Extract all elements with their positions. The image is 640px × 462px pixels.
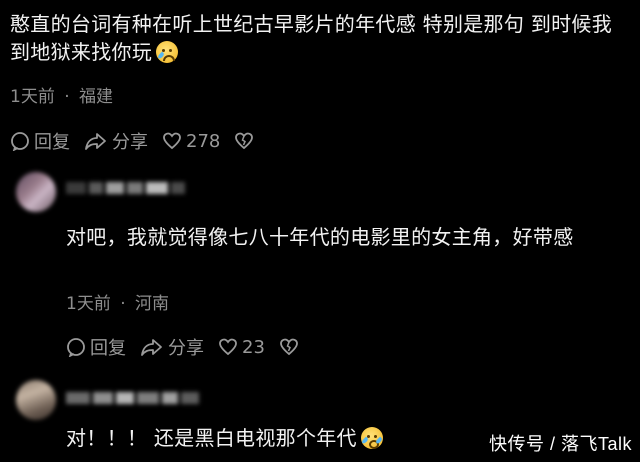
reply-button[interactable]: 回复 (10, 128, 70, 154)
comment-2-actions: 回复 分享 23 (66, 334, 317, 360)
comment-1-text-content: 憨直的台词有种在听上世纪古早影片的年代感 特别是那句 到时候我到地狱来找你玩 (10, 12, 613, 64)
heart-icon (219, 338, 237, 356)
comment-1-meta: 1天前 · 福建 (10, 86, 113, 108)
comment-2-text-content: 对吧，我就觉得像七八十年代的电影里的女主角，好带感 (66, 225, 574, 249)
comment-2-location: 河南 (135, 294, 170, 314)
username-3-redacted (66, 392, 199, 404)
comment-2-text: 对吧，我就觉得像七八十年代的电影里的女主角，好带感 (66, 220, 626, 254)
comment-2-time: 1天前 (66, 294, 111, 314)
comment-3-text-content: 对！！！ 还是黑白电视那个年代 (66, 426, 357, 450)
crying-face-icon (156, 41, 179, 63)
reply-label: 回复 (90, 338, 126, 359)
comment-1-actions: 回复 分享 278 (10, 128, 272, 154)
share-icon (141, 339, 162, 356)
comment-1: 憨直的台词有种在听上世纪古早影片的年代感 特别是那句 到时候我到地狱来找你玩 (10, 10, 630, 66)
like-button[interactable]: 23 (218, 337, 265, 358)
reply-icon (11, 132, 29, 151)
broken-heart-icon (280, 338, 298, 356)
avatar-2[interactable] (16, 172, 56, 212)
reply-button[interactable]: 回复 (66, 334, 126, 360)
meta-separator: · (64, 87, 70, 107)
share-label: 分享 (168, 338, 204, 359)
broken-heart-icon (235, 132, 254, 150)
like-button[interactable]: 278 (162, 131, 220, 152)
comment-3-text: 对！！！ 还是黑白电视那个年代 (66, 424, 506, 452)
username-2-redacted (66, 182, 185, 194)
comment-1-location: 福建 (79, 87, 114, 107)
dislike-button[interactable] (234, 131, 258, 151)
heart-icon (163, 132, 181, 150)
meta-separator: · (120, 294, 126, 314)
like-count: 23 (242, 336, 265, 358)
watermark: 快传号 / 落飞Talk (489, 430, 632, 456)
like-count: 278 (186, 130, 221, 152)
share-icon (85, 133, 106, 150)
comment-2-meta: 1天前 · 河南 (66, 293, 169, 315)
reply-icon (67, 338, 85, 357)
sobbing-face-icon (360, 427, 383, 449)
share-button[interactable]: 分享 (84, 128, 148, 154)
share-label: 分享 (112, 132, 148, 153)
watermark-text: 快传号 / 落飞Talk (488, 434, 632, 454)
comment-1-time: 1天前 (10, 87, 55, 107)
avatar-3[interactable] (16, 380, 56, 420)
dislike-button[interactable] (279, 337, 303, 357)
reply-label: 回复 (34, 132, 70, 153)
comment-1-text: 憨直的台词有种在听上世纪古早影片的年代感 特别是那句 到时候我到地狱来找你玩 (10, 10, 628, 66)
share-button[interactable]: 分享 (140, 334, 204, 360)
